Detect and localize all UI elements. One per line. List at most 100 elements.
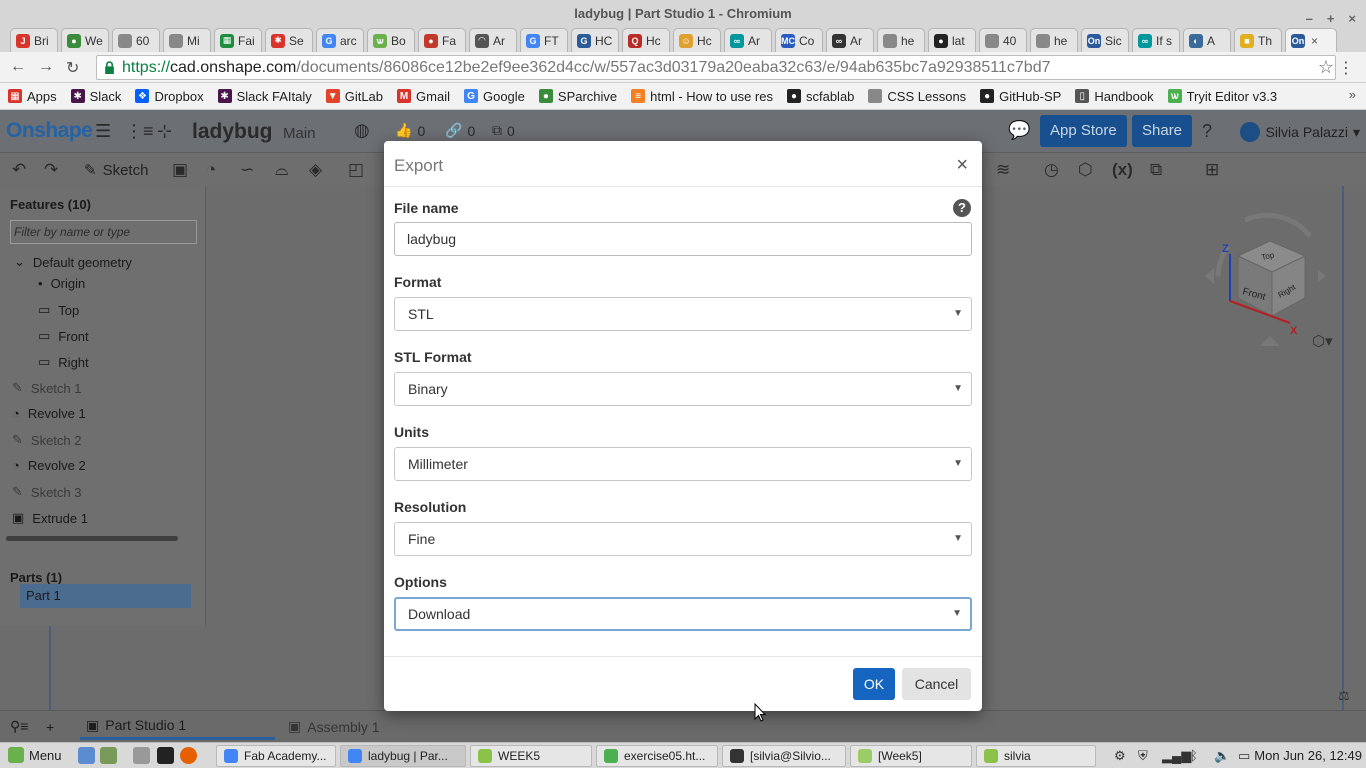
loft-tool-icon[interactable]: ⌓ — [275, 160, 288, 180]
add-tab-icon[interactable]: + — [40, 713, 60, 740]
globe-icon[interactable]: ◍ — [354, 120, 370, 141]
ok-button[interactable]: OK — [853, 668, 895, 700]
browser-tab[interactable]: Garc — [316, 28, 364, 52]
file-manager-icon[interactable] — [133, 747, 150, 764]
part-list-item[interactable]: Part 1 — [20, 584, 191, 608]
sketch-button[interactable]: ✎ Sketch — [84, 161, 148, 180]
browser-tab[interactable]: ◠ Ar — [469, 28, 517, 52]
bookmarks-overflow-icon[interactable]: » — [1349, 87, 1356, 102]
bookmark-item[interactable]: ▦ Apps — [8, 89, 57, 104]
copies-count[interactable]: ⧉ 0 — [492, 122, 515, 139]
app-store-button[interactable]: App Store — [1040, 115, 1127, 147]
browser-menu-icon[interactable]: ⋮ — [1338, 58, 1354, 78]
undo-icon[interactable]: ↶ — [12, 160, 26, 180]
share-button[interactable]: Share — [1132, 115, 1193, 147]
links-count[interactable]: 🔗 0 — [445, 122, 475, 139]
browser-tab[interactable]: ■ Th — [1234, 28, 1282, 52]
hamburger-menu-icon[interactable]: ☰ — [95, 121, 111, 142]
bookmark-item[interactable]: ✱ Slack — [70, 89, 121, 104]
bookmark-item[interactable]: ● scfablab — [786, 89, 854, 104]
tab-part-studio-1[interactable]: ▣ Part Studio 1 — [80, 713, 275, 740]
bookmark-item[interactable]: G Google — [463, 89, 525, 104]
browser-tab[interactable]: G FT — [520, 28, 568, 52]
browser-tab[interactable]: ● lat — [928, 28, 976, 52]
tab-assembly-1[interactable]: ▣ Assembly 1 — [282, 713, 477, 740]
fillet-tool-icon[interactable]: ◰ — [348, 160, 364, 180]
browser-tab[interactable]: 40 — [979, 28, 1027, 52]
cancel-button[interactable]: Cancel — [902, 668, 971, 700]
browser-tab[interactable]: ◐ A — [1183, 28, 1231, 52]
browser-tab[interactable]: he — [877, 28, 925, 52]
document-name[interactable]: ladybug — [192, 120, 273, 144]
browser-tab[interactable]: ☺ Hc — [673, 28, 721, 52]
browser-tab[interactable]: he — [1030, 28, 1078, 52]
bookmark-item[interactable]: ✱ Slack FAItaly — [217, 89, 312, 104]
plane-tool-icon[interactable]: ⧉ — [1150, 160, 1162, 180]
browser-tab[interactable]: J Bri — [10, 28, 58, 52]
feature-filter-input[interactable]: Filter by name or type — [10, 220, 197, 244]
feature-list-item[interactable]: ◔ Revolve 1 — [12, 406, 86, 421]
feature-list-item[interactable]: ▭ Right — [38, 354, 89, 370]
close-icon[interactable]: × — [956, 155, 968, 175]
revolve-tool-icon[interactable]: ◔ — [206, 160, 216, 180]
browser-tab[interactable]: Mi — [163, 28, 211, 52]
display-mode-icon[interactable]: ⬡▾ — [1312, 332, 1333, 350]
feature-list-item[interactable]: ▣ Extrude 1 — [12, 510, 88, 526]
browser-tab[interactable]: ∞ Ar — [826, 28, 874, 52]
bookmark-item[interactable]: ▼ GitLab — [325, 89, 383, 104]
tab-manager-icon[interactable]: ⚲≡ — [4, 713, 34, 740]
show-desktop-icon[interactable] — [78, 747, 95, 764]
signal-icon[interactable]: ▂▄▆ — [1162, 748, 1191, 764]
boolean-tool-icon[interactable]: ≋ — [996, 160, 1010, 180]
browser-tab[interactable]: ● We — [61, 28, 109, 52]
bookmark-item[interactable]: ѡ Tryit Editor v3.3 — [1167, 89, 1277, 104]
user-menu[interactable]: Silvia Palazzi ▾ — [1240, 122, 1360, 142]
help-menu-icon[interactable]: ? — [1202, 121, 1212, 142]
part-tool-icon[interactable]: ⬡ — [1078, 160, 1093, 180]
taskbar-window-button[interactable]: ladybug | Par... — [340, 745, 466, 767]
feature-list-item[interactable]: ◔ Revolve 2 — [12, 458, 86, 473]
taskbar-window-button[interactable]: [silvia@Silvio... — [722, 745, 846, 767]
onshape-logo[interactable]: Onshape — [6, 119, 93, 143]
feature-list-item[interactable]: ✎ Sketch 1 — [12, 380, 82, 396]
feature-list-scrollbar[interactable] — [6, 536, 178, 541]
files-icon[interactable] — [100, 747, 117, 764]
feature-list-item[interactable]: • Origin — [38, 276, 85, 291]
units-select[interactable]: Millimeter ▼ — [394, 447, 972, 481]
firefox-icon[interactable] — [180, 747, 197, 764]
volume-icon[interactable]: 🔈 — [1214, 748, 1230, 764]
redo-icon[interactable]: ↷ — [44, 160, 58, 180]
bookmark-item[interactable]: M Gmail — [397, 89, 450, 104]
taskbar-window-button[interactable]: [Week5] — [850, 745, 972, 767]
insert-icon[interactable]: ⊹ — [157, 121, 172, 142]
help-icon[interactable]: ? — [953, 199, 971, 217]
view-cube[interactable]: Z X Top Front Right — [1200, 206, 1330, 356]
variable-tool-icon[interactable]: (x) — [1112, 160, 1133, 180]
forward-button[interactable]: → — [38, 58, 54, 76]
browser-tab[interactable]: ✱ Se — [265, 28, 313, 52]
browser-tab-active[interactable]: On × — [1285, 28, 1337, 52]
feature-list-item[interactable]: ▭ Top — [38, 302, 79, 318]
taskbar-window-button[interactable]: WEEK5 — [470, 745, 592, 767]
shield-icon[interactable]: ⛨ — [1138, 748, 1148, 764]
taskbar-window-button[interactable]: Fab Academy... — [216, 745, 336, 767]
browser-tab[interactable]: ∞ Ar — [724, 28, 772, 52]
browser-tab[interactable]: ▦ Fai — [214, 28, 262, 52]
format-select[interactable]: STL ▼ — [394, 297, 972, 331]
browser-tab[interactable]: ѡ Bo — [367, 28, 415, 52]
sweep-tool-icon[interactable]: ∽ — [240, 160, 254, 180]
browser-tab[interactable]: Q Hc — [622, 28, 670, 52]
comments-icon[interactable]: 💬 — [1008, 120, 1030, 141]
network-icon[interactable]: ⚙ — [1114, 748, 1126, 764]
bookmark-item[interactable]: ❖ Dropbox — [135, 89, 204, 104]
likes-count[interactable]: 👍 0 — [395, 122, 425, 139]
bookmark-item[interactable]: ≡ html - How to use res — [631, 89, 773, 104]
terminal-icon[interactable] — [157, 747, 174, 764]
options-select[interactable]: Download ▼ — [394, 597, 972, 631]
browser-tab[interactable]: ● Fa — [418, 28, 466, 52]
resolution-select[interactable]: Fine ▼ — [394, 522, 972, 556]
extrude-tool-icon[interactable]: ▣ — [172, 160, 188, 180]
browser-tab[interactable]: MC Co — [775, 28, 823, 52]
battery-icon[interactable]: ▭ — [1238, 748, 1250, 764]
thicken-tool-icon[interactable]: ◈ — [309, 160, 322, 180]
